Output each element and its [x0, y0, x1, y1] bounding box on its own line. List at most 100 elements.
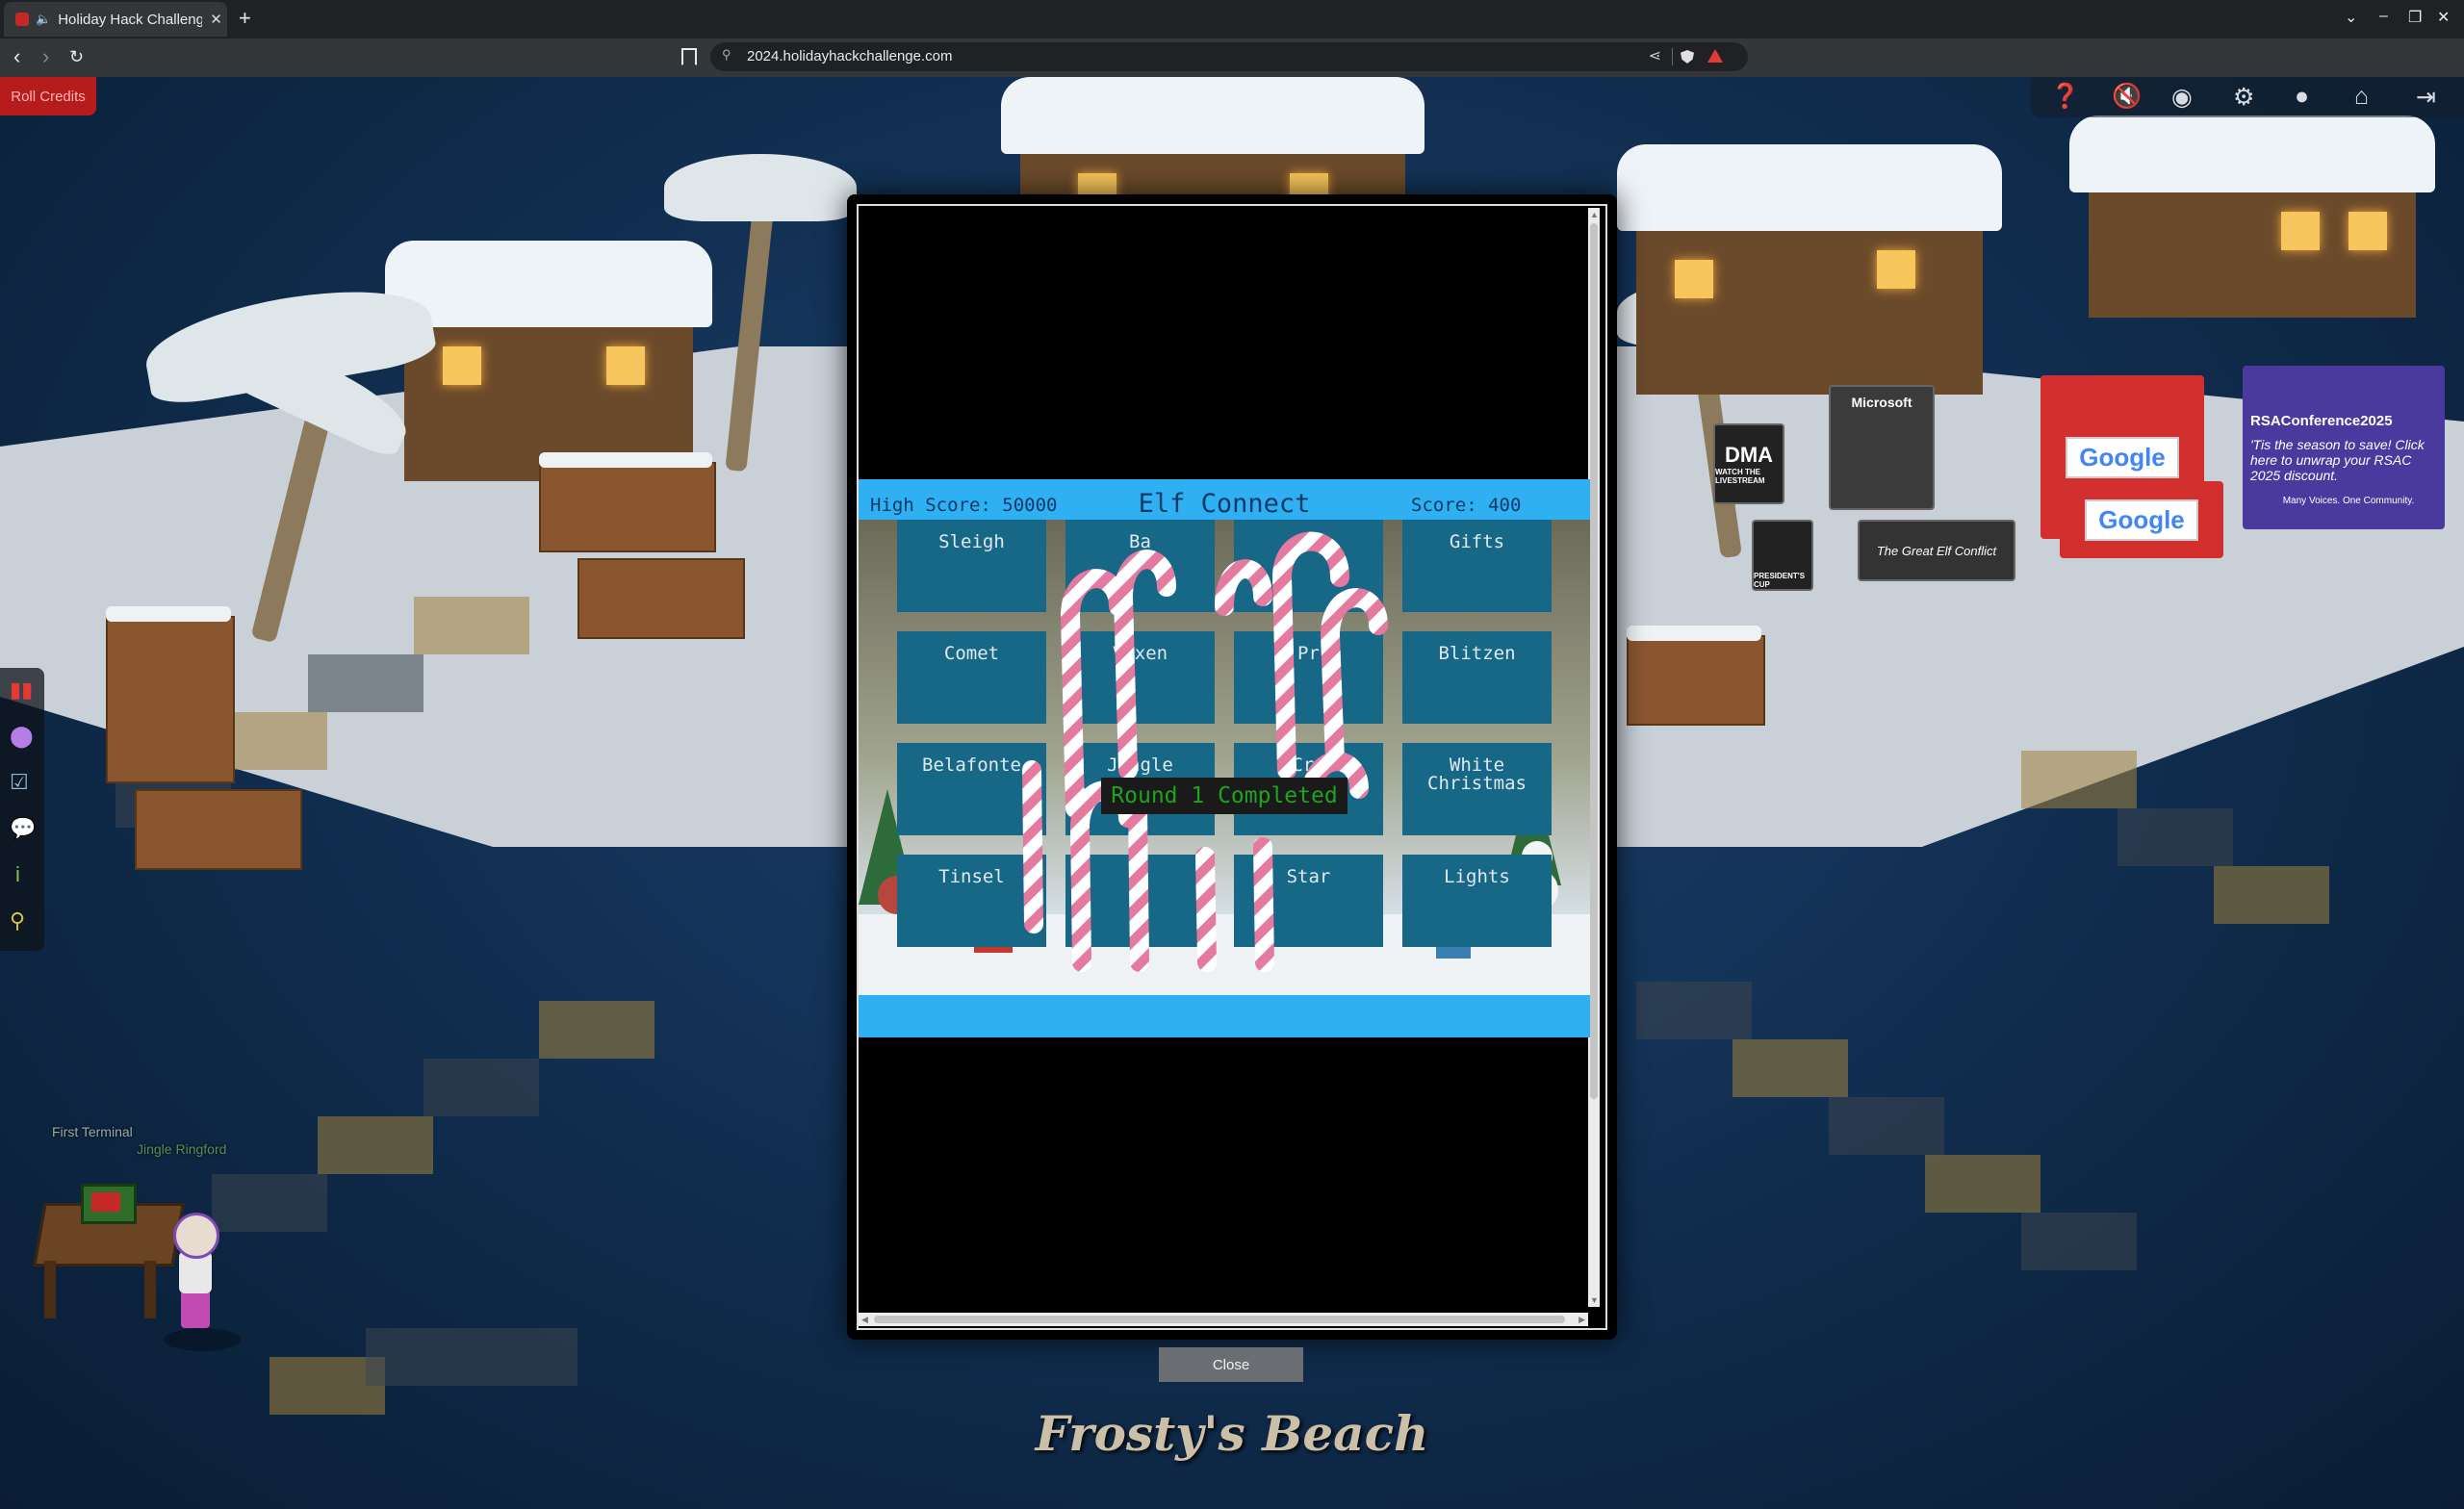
- player-legs: [181, 1290, 210, 1328]
- dma-sign[interactable]: DMA WATCH THE LIVESTREAM: [1713, 423, 1784, 504]
- info-icon[interactable]: i: [15, 862, 20, 887]
- left-sidebar: ▮▮ ⬤ ☑ 💬 i ⚲: [0, 668, 44, 951]
- logout-icon[interactable]: ⇥: [2416, 83, 2436, 112]
- crate-snow: [1627, 626, 1761, 641]
- scroll-down-icon[interactable]: ▼: [1590, 1295, 1599, 1305]
- npc-name-label: Jingle Ringford: [137, 1141, 227, 1157]
- floor-tile: [1732, 1039, 1848, 1097]
- scroll-up-icon[interactable]: ▲: [1590, 210, 1599, 219]
- elf-connect-game: High Score: 50000 Elf Connect Score: 400…: [859, 479, 1590, 1037]
- url-text[interactable]: 2024.holidayhackchallenge.com: [747, 48, 952, 64]
- floor-tile: [539, 1001, 654, 1059]
- terminal-screen: [91, 1192, 120, 1212]
- rsa-promo[interactable]: 'Tis the season to save! Click here to u…: [2250, 437, 2437, 483]
- floor-tile: [1925, 1155, 2040, 1213]
- scroll-left-icon[interactable]: ◀: [861, 1315, 868, 1325]
- crate-stack: [539, 462, 716, 552]
- palm-leaves: [664, 154, 857, 221]
- area-name: Frosty's Beach: [1035, 1405, 1429, 1462]
- top-hud: ❓ 🔇 ◉ ⚙ ● ⌂ ⇥: [2031, 77, 2464, 117]
- restore-icon[interactable]: ❐: [2408, 8, 2422, 27]
- window-close-icon[interactable]: ✕: [2437, 8, 2450, 27]
- checklist-icon[interactable]: ☑: [10, 770, 29, 795]
- microsoft-booth[interactable]: Microsoft: [1829, 385, 1935, 510]
- floor-tile: [2021, 751, 2137, 808]
- floor-tile: [2118, 808, 2233, 866]
- tab-list-icon[interactable]: ⌄: [2345, 8, 2357, 27]
- book-icon[interactable]: ▮▮: [10, 678, 33, 703]
- roll-credits-button[interactable]: Roll Credits: [0, 77, 96, 115]
- elf-conflict-text: The Great Elf Conflict: [1876, 543, 1997, 558]
- new-tab-icon[interactable]: +: [239, 6, 251, 31]
- scroll-right-icon[interactable]: ▶: [1578, 1315, 1585, 1325]
- player-avatar[interactable]: [173, 1213, 219, 1259]
- tab-title: Holiday Hack Challeng: [58, 11, 203, 28]
- settings-icon[interactable]: ⚙: [2233, 83, 2254, 112]
- crate-snow: [539, 452, 712, 468]
- round-status: Round 1 Completed: [1101, 778, 1348, 814]
- audio-playing-icon[interactable]: 🔈: [36, 12, 51, 27]
- brave-rewards-icon[interactable]: [1707, 49, 1723, 63]
- dma-watch-text: WATCH THE LIVESTREAM: [1715, 468, 1765, 485]
- game-board: Sleigh Ba M Gifts Comet Vixen Pr Blitzen…: [859, 520, 1590, 995]
- game-header: High Score: 50000 Elf Connect Score: 400: [859, 479, 1590, 520]
- floor-tile: [1636, 982, 1752, 1039]
- forward-icon[interactable]: ›: [42, 44, 49, 69]
- floor-tile: [414, 597, 529, 654]
- url-divider: [1672, 48, 1673, 65]
- horizontal-scrollbar[interactable]: ◀ ▶: [859, 1313, 1588, 1326]
- floor-tile: [1829, 1097, 1944, 1155]
- floor-tile: [318, 1116, 433, 1174]
- current-score: Score: 400: [1411, 495, 1522, 516]
- floor-tile: [424, 1059, 539, 1116]
- site-info-icon[interactable]: ⚲: [722, 47, 732, 63]
- table-leg: [144, 1261, 156, 1318]
- crate-stack: [135, 789, 302, 870]
- rsa-booth-base: Many Voices. One Community.: [2262, 481, 2435, 520]
- google-logo: Google: [2066, 436, 2179, 478]
- crate-snow: [106, 606, 231, 622]
- horizontal-scroll-thumb[interactable]: [874, 1316, 1565, 1323]
- profile-icon[interactable]: ●: [2295, 83, 2309, 111]
- brave-shield-icon[interactable]: [1681, 50, 1694, 64]
- rsa-title: RSAConference2025: [2250, 412, 2393, 429]
- help-icon[interactable]: ❓: [2050, 83, 2080, 111]
- browser-tab[interactable]: 🔈 Holiday Hack Challeng ✕: [4, 2, 227, 37]
- share-icon[interactable]: ⋖: [1649, 46, 1661, 65]
- tab-bar: 🔈 Holiday Hack Challeng ✕ + ⌄ – ❐ ✕: [0, 0, 2464, 38]
- crate-stack: [106, 616, 235, 783]
- vertical-scroll-thumb[interactable]: [1590, 223, 1598, 1099]
- presidents-cup-sign[interactable]: PRESIDENT'S CUP: [1752, 520, 1813, 591]
- badge-icon[interactable]: ⚲: [10, 908, 25, 934]
- rsa-footer: Many Voices. One Community.: [2282, 495, 2415, 506]
- table-leg: [44, 1261, 56, 1318]
- home-icon[interactable]: ⌂: [2354, 83, 2369, 111]
- elf-conflict-box[interactable]: The Great Elf Conflict: [1858, 520, 2015, 581]
- discord-icon[interactable]: ◉: [2171, 83, 2193, 112]
- candy-cane-animation: [1022, 531, 1388, 972]
- site-favicon-icon: [15, 13, 29, 26]
- crate-stack: [578, 558, 745, 639]
- floor-tile: [212, 1174, 327, 1232]
- google-booth-base[interactable]: Google: [2060, 481, 2223, 558]
- minimize-icon[interactable]: –: [2379, 8, 2388, 25]
- tab-close-icon[interactable]: ✕: [210, 11, 222, 28]
- reload-icon[interactable]: ↻: [69, 47, 84, 67]
- dma-logo: DMA: [1724, 443, 1774, 467]
- terminal-label: First Terminal: [52, 1124, 133, 1139]
- floor-tile: [2021, 1213, 2137, 1270]
- floor-tile: [2214, 866, 2329, 924]
- close-button[interactable]: Close: [1159, 1347, 1303, 1382]
- presidents-cup-text: PRESIDENT'S CUP: [1754, 572, 1806, 589]
- microsoft-logo: Microsoft: [1851, 395, 1912, 410]
- address-bar[interactable]: ⚲ 2024.holidayhackchallenge.com ⋖: [710, 42, 1748, 71]
- floor-tile: [366, 1328, 578, 1386]
- google-logo: Google: [2085, 499, 2198, 541]
- player-shadow: [164, 1328, 241, 1351]
- back-icon[interactable]: ‹: [13, 44, 20, 69]
- chat-icon[interactable]: 💬: [10, 816, 36, 841]
- mute-icon[interactable]: 🔇: [2112, 83, 2142, 111]
- map-pin-icon[interactable]: ⬤: [10, 724, 34, 749]
- floor-tile: [308, 654, 424, 712]
- first-terminal[interactable]: [81, 1184, 137, 1224]
